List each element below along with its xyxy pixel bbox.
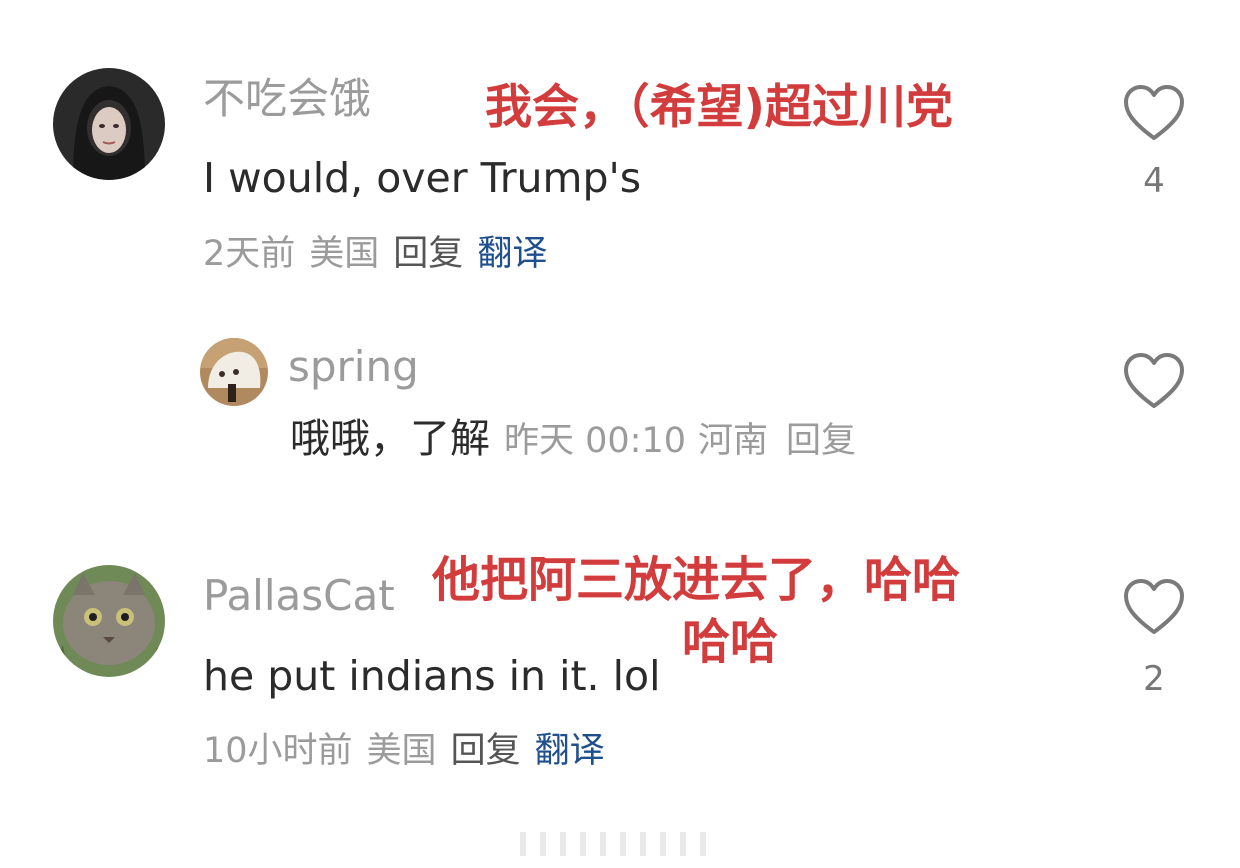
translate-button[interactable]: 翻译: [535, 731, 605, 771]
comment-location: 美国: [366, 731, 437, 771]
comment-meta: 2天前 美国 回复 翻译: [203, 237, 561, 272]
annotation-text: 我会，（希望)超过川党: [485, 80, 953, 135]
heart-outline-icon[interactable]: [1122, 352, 1186, 412]
comment-meta: 10小时前 美国 回复 翻译: [203, 734, 619, 769]
heart-outline-icon[interactable]: [1122, 84, 1186, 144]
avatar[interactable]: [53, 68, 165, 180]
comment-location: 美国: [309, 234, 380, 274]
annotation-text: 哈哈: [682, 614, 779, 670]
like-count: 2: [1143, 659, 1165, 699]
watermark: [480, 824, 750, 864]
comment-time: 2天前: [203, 234, 296, 274]
comment-text: 哦哦，了解: [290, 416, 490, 462]
translate-button[interactable]: 翻译: [477, 234, 547, 274]
reply-button[interactable]: 回复: [786, 421, 856, 461]
comment-text-row: 哦哦，了解 昨天 00:10 河南 回复: [290, 419, 856, 459]
username[interactable]: PallasCat: [203, 575, 395, 617]
avatar[interactable]: [53, 565, 165, 677]
annotation-text: 他把阿三放进去了，哈哈: [432, 552, 961, 608]
comment-text: he put indians in it. lol: [203, 652, 661, 700]
like-count: 4: [1143, 161, 1165, 201]
avatar[interactable]: [200, 338, 268, 406]
reply-button[interactable]: 回复: [393, 234, 463, 274]
comment-text: I would, over Trump's: [203, 154, 642, 202]
comment-location: 河南: [698, 421, 769, 461]
username[interactable]: 不吃会饿: [203, 78, 371, 120]
comment-time: 昨天 00:10: [504, 421, 686, 461]
reply-button[interactable]: 回复: [451, 731, 521, 771]
comment-time: 10小时前: [203, 731, 353, 771]
heart-outline-icon[interactable]: [1122, 578, 1186, 638]
username[interactable]: spring: [288, 346, 419, 388]
